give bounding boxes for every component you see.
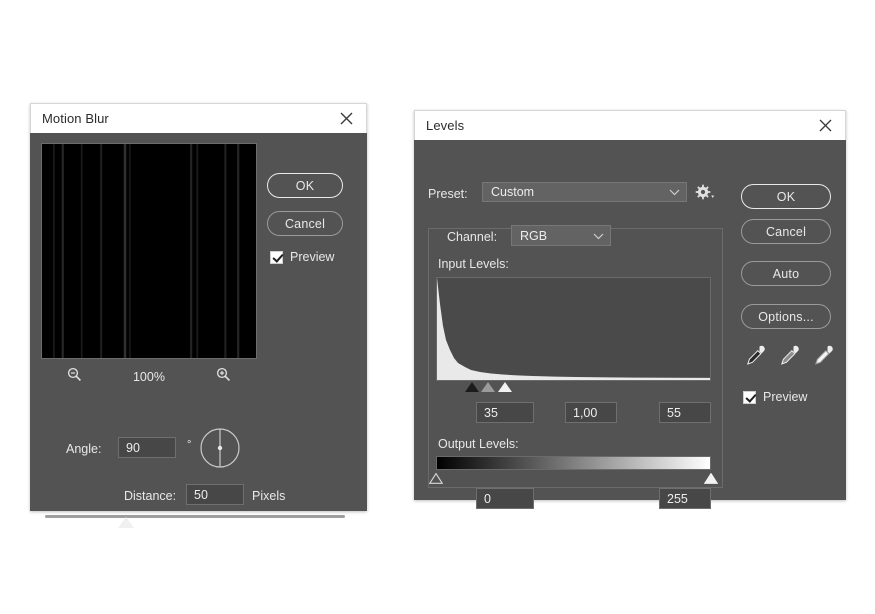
zoom-in-icon[interactable] xyxy=(216,367,231,387)
levels-body: Preset: Custom Channel: RGB Input Levels… xyxy=(414,140,846,509)
levels-titlebar: Levels xyxy=(414,110,846,140)
output-white-field[interactable]: 255 xyxy=(659,488,711,509)
levels-cancel-button[interactable]: Cancel xyxy=(741,219,831,244)
chevron-down-icon xyxy=(669,185,680,199)
motion-blur-title: Motion Blur xyxy=(42,111,109,126)
motion-blur-preview-checkbox[interactable]: Preview xyxy=(270,250,334,264)
levels-preview-checkbox[interactable]: Preview xyxy=(743,390,807,404)
levels-histogram xyxy=(436,277,711,381)
checkbox-checked-icon[interactable] xyxy=(270,250,283,264)
zoom-out-icon[interactable] xyxy=(67,367,82,387)
motion-blur-ok-button[interactable]: OK xyxy=(267,173,343,198)
eyedropper-group xyxy=(745,340,835,374)
gear-icon[interactable] xyxy=(695,184,715,202)
angle-unit-label: ° xyxy=(187,439,192,451)
close-icon[interactable] xyxy=(326,104,366,133)
output-black-slider-handle[interactable] xyxy=(428,471,444,484)
levels-auto-button[interactable]: Auto xyxy=(741,261,831,286)
angle-dial-icon[interactable] xyxy=(197,425,243,471)
levels-preview-label: Preview xyxy=(763,390,808,404)
eyedropper-gray-point-icon[interactable] xyxy=(779,344,801,371)
input-highlight-field[interactable]: 55 xyxy=(659,402,711,423)
input-shadow-field[interactable]: 35 xyxy=(476,402,534,423)
checkbox-checked-icon[interactable] xyxy=(743,390,756,404)
levels-options-button[interactable]: Options... xyxy=(741,304,831,329)
zoom-level-label: 100% xyxy=(132,370,165,384)
channel-dropdown[interactable]: RGB xyxy=(511,225,611,246)
input-midtone-slider-handle[interactable] xyxy=(481,382,496,392)
levels-dialog: Levels Preset: Custom Channel: RGB Input… xyxy=(414,110,846,509)
levels-ok-button[interactable]: OK xyxy=(741,184,831,209)
output-white-slider-handle[interactable] xyxy=(703,471,719,484)
motion-blur-preview-label: Preview xyxy=(290,250,335,264)
eyedropper-black-point-icon[interactable] xyxy=(745,344,767,371)
input-levels-label: Input Levels: xyxy=(438,257,509,271)
chevron-down-icon xyxy=(593,229,604,243)
levels-title: Levels xyxy=(426,118,465,133)
motion-blur-preview[interactable] xyxy=(41,143,257,359)
motion-blur-dialog: Motion Blur 100% OK Cancel Preview Angle… xyxy=(30,103,367,528)
distance-slider-handle[interactable] xyxy=(118,517,134,528)
output-levels-label: Output Levels: xyxy=(438,437,519,451)
output-levels-slider[interactable] xyxy=(428,470,719,484)
input-shadow-slider-handle[interactable] xyxy=(464,382,479,392)
channel-value: RGB xyxy=(520,228,548,243)
motion-blur-zoom-controls: 100% xyxy=(41,365,257,389)
output-levels-gradient xyxy=(436,456,711,470)
motion-blur-titlebar: Motion Blur xyxy=(30,103,367,133)
input-highlight-slider-handle[interactable] xyxy=(497,382,512,392)
distance-slider[interactable] xyxy=(45,512,345,530)
distance-label: Distance: xyxy=(124,489,177,503)
angle-input[interactable]: 90 xyxy=(118,437,176,458)
preset-value: Custom xyxy=(491,185,535,199)
channel-label: Channel: xyxy=(442,230,503,244)
distance-input[interactable]: 50 xyxy=(186,484,244,505)
motion-blur-cancel-button[interactable]: Cancel xyxy=(267,211,343,236)
motion-blur-body: 100% OK Cancel Preview Angle: 90 ° Dista… xyxy=(30,133,367,528)
eyedropper-white-point-icon[interactable] xyxy=(813,344,835,371)
angle-label: Angle: xyxy=(66,442,102,456)
input-midtone-field[interactable]: 1,00 xyxy=(565,402,617,423)
blurred-preview-image xyxy=(42,144,256,358)
distance-slider-track[interactable] xyxy=(45,515,345,518)
output-black-field[interactable]: 0 xyxy=(476,488,534,509)
close-icon[interactable] xyxy=(805,111,845,140)
preset-dropdown[interactable]: Custom xyxy=(482,182,687,202)
distance-unit-label: Pixels xyxy=(252,489,286,503)
input-levels-slider[interactable] xyxy=(436,381,711,395)
preset-label: Preset: xyxy=(428,187,468,201)
